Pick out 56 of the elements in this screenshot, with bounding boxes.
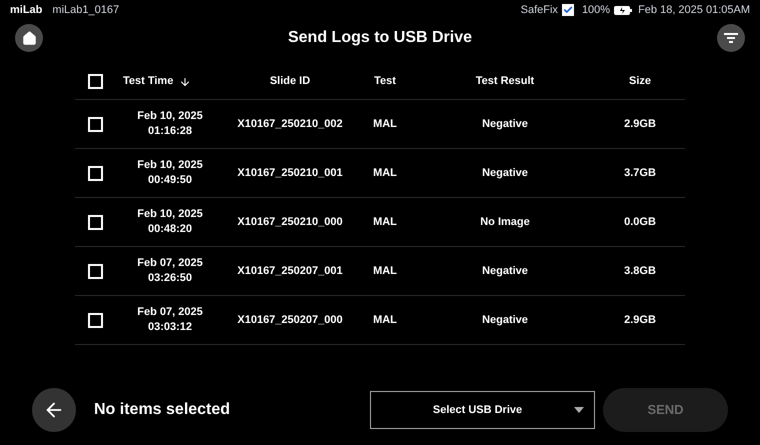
test-result: Negative bbox=[482, 264, 528, 279]
test-result: Negative bbox=[482, 116, 528, 132]
test-name: MAL bbox=[373, 264, 397, 279]
battery-percent: 100% bbox=[582, 2, 610, 18]
file-size: 0.0GB bbox=[624, 214, 656, 230]
column-header[interactable]: Test Time bbox=[123, 73, 174, 90]
test-time: 01:16:28 bbox=[148, 124, 192, 139]
test-time: 03:26:50 bbox=[148, 271, 192, 286]
usb-drive-select[interactable]: Select USB Drive bbox=[370, 391, 595, 429]
brand-label: miLab bbox=[10, 2, 42, 18]
checkbox[interactable] bbox=[88, 116, 102, 132]
filter-icon bbox=[724, 32, 738, 44]
test-date: Feb 07, 2025 bbox=[137, 256, 203, 271]
test-result: Negative bbox=[482, 166, 528, 181]
home-icon bbox=[22, 30, 36, 46]
date-time: Feb 18, 2025 01:05AM bbox=[638, 2, 750, 18]
back-button[interactable] bbox=[32, 388, 76, 432]
slide-id: X10167_250210_001 bbox=[237, 166, 343, 181]
checkbox[interactable] bbox=[88, 264, 102, 278]
test-name: MAL bbox=[373, 166, 397, 181]
column-header[interactable]: Test bbox=[374, 73, 396, 90]
checkbox[interactable] bbox=[88, 74, 102, 89]
test-result: No Image bbox=[480, 214, 530, 230]
page-title: Send Logs to USB Drive bbox=[288, 28, 472, 48]
safefix-label: SafeFix bbox=[520, 2, 558, 18]
test-date: Feb 10, 2025 bbox=[137, 158, 203, 173]
dropdown-caret-icon bbox=[574, 407, 584, 413]
column-header[interactable]: Size bbox=[628, 73, 651, 90]
file-size: 3.8GB bbox=[624, 264, 656, 279]
test-name: MAL bbox=[373, 214, 397, 230]
battery-icon bbox=[614, 6, 632, 14]
test-time: 00:49:50 bbox=[148, 173, 192, 188]
test-name: MAL bbox=[373, 116, 397, 132]
test-date: Feb 10, 2025 bbox=[137, 109, 203, 124]
column-header[interactable]: Test Result bbox=[476, 73, 534, 90]
slide-id: X10167_250207_000 bbox=[237, 312, 343, 328]
column-header[interactable]: Slide ID bbox=[270, 73, 310, 90]
file-size: 2.9GB bbox=[624, 312, 656, 328]
file-size: 2.9GB bbox=[624, 116, 656, 132]
test-name: MAL bbox=[373, 312, 397, 328]
selection-status: No items selected bbox=[94, 400, 230, 420]
home-button[interactable] bbox=[15, 24, 43, 52]
test-date: Feb 07, 2025 bbox=[137, 305, 203, 320]
slide-id: X10167_250207_001 bbox=[237, 264, 343, 279]
test-time: 00:48:20 bbox=[148, 222, 192, 237]
checkbox[interactable] bbox=[88, 214, 102, 230]
checkbox[interactable] bbox=[88, 166, 102, 180]
filter-button[interactable] bbox=[717, 24, 745, 52]
test-time: 03:03:12 bbox=[148, 320, 192, 335]
slide-id: X10167_250210_000 bbox=[237, 214, 343, 230]
test-date: Feb 10, 2025 bbox=[137, 207, 203, 222]
device-name: miLab1_0167 bbox=[52, 2, 120, 18]
checkbox[interactable] bbox=[88, 312, 102, 328]
file-size: 3.7GB bbox=[624, 166, 656, 181]
slide-id: X10167_250210_002 bbox=[237, 116, 343, 132]
test-result: Negative bbox=[482, 312, 528, 328]
